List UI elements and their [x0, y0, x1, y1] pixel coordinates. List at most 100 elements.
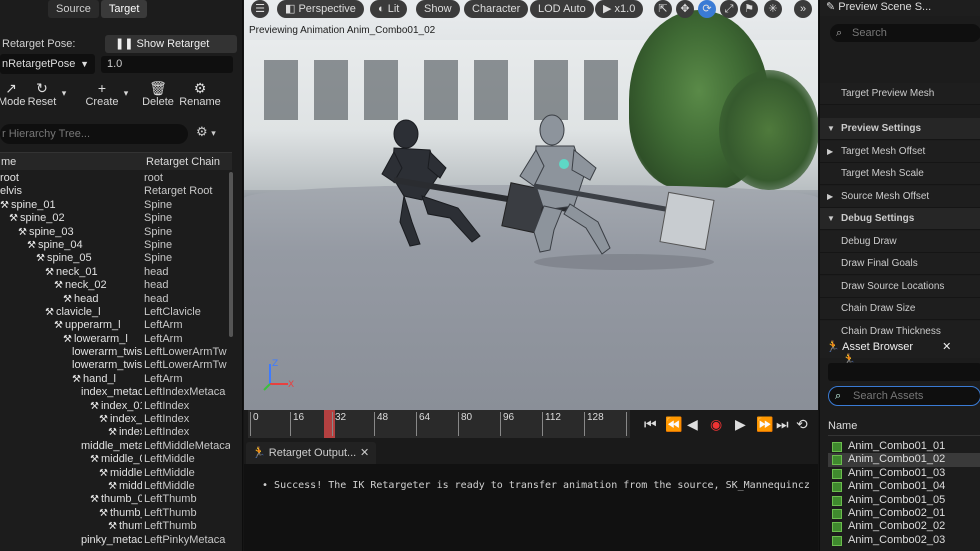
retarget-chain-cell[interactable]: head — [144, 279, 230, 292]
pose-blend-field[interactable]: 1.0 — [101, 56, 233, 73]
retarget-chain-cell[interactable]: LeftIndex — [144, 413, 230, 426]
tree-row[interactable]: ⚒ spine_03 Spine — [0, 226, 232, 239]
retarget-chain-cell[interactable]: LeftArm — [144, 319, 230, 332]
asset-row[interactable]: Anim_Combo02_01 — [828, 507, 980, 520]
retarget-chain-cell[interactable]: LeftPinkyMetaca — [144, 534, 230, 547]
rename-button[interactable]: ⚙ Rename — [178, 80, 222, 108]
tree-row[interactable]: ⚒ clavicle_l LeftClavicle — [0, 306, 232, 319]
lit-button[interactable]: ◐ Lit — [370, 0, 408, 18]
chevron-down-icon[interactable]: ▼ — [827, 208, 835, 230]
tree-row[interactable]: ⚒index_01_lLeftIndex — [0, 400, 232, 413]
tree-row[interactable]: lowerarm_twist_01_lLeftLowerArmTw — [0, 359, 232, 372]
translate-icon[interactable]: ✥ — [676, 0, 694, 18]
asset-row[interactable]: Anim_Combo01_02 — [828, 453, 980, 467]
tree-row[interactable]: middle_metacarpal_lLeftMiddleMetaca — [0, 440, 232, 453]
select-icon[interactable]: ⇱ — [654, 0, 672, 18]
tree-row[interactable]: ⚒middle_03_lLeftMiddle — [0, 480, 232, 493]
create-dropdown-icon[interactable]: ▾ — [120, 88, 132, 99]
preview-viewport[interactable]: ☰ ◧ Perspective ◐ Lit Show Character LOD… — [244, 0, 818, 410]
asset-row[interactable]: Anim_Combo01_03 — [828, 467, 980, 480]
tree-row[interactable]: index_metacarpal_lLeftIndexMetaca — [0, 386, 232, 399]
chevron-down-icon[interactable]: ▼ — [827, 118, 835, 140]
mode-button[interactable]: ↗ Mode — [0, 80, 26, 108]
timeline-track[interactable]: 0 16 32 48 64 80 96 112 128 — [248, 410, 630, 438]
tab-source[interactable]: Source — [48, 0, 99, 18]
retarget-chain-cell[interactable]: LeftArm — [144, 333, 230, 346]
play-reverse-icon[interactable]: ◀ — [687, 416, 698, 433]
tree-row[interactable]: elvis Retarget Root — [0, 185, 232, 198]
asset-row[interactable]: Anim_Combo01_04 — [828, 480, 980, 493]
retarget-chain-cell[interactable]: root — [144, 172, 230, 185]
reset-dropdown-icon[interactable]: ▾ — [58, 88, 70, 99]
scale-icon[interactable]: ⤢ — [720, 0, 738, 18]
tree-row[interactable]: ⚒ neck_01 head — [0, 266, 232, 279]
skip-to-end-icon[interactable]: ⏭ — [776, 416, 789, 433]
chevron-right-icon[interactable]: ▶ — [827, 186, 833, 208]
tab-preview-scene-settings[interactable]: ✎ Preview Scene S... — [826, 0, 931, 13]
details-property[interactable]: Draw Final Goals — [820, 253, 980, 275]
retarget-chain-cell[interactable]: LeftIndex — [144, 400, 230, 413]
close-icon[interactable]: ✕ — [360, 442, 369, 464]
asset-filter-bar[interactable] — [828, 363, 980, 381]
loop-icon[interactable]: ⟲ — [796, 416, 808, 433]
lod-button[interactable]: LOD Auto — [530, 0, 594, 18]
details-property[interactable]: Target Mesh Scale — [820, 163, 980, 185]
asset-column-name[interactable]: Name — [828, 420, 980, 436]
details-property[interactable]: Draw Source Locations — [820, 276, 980, 298]
record-icon[interactable]: ◉ — [710, 416, 722, 433]
retarget-chain-cell[interactable]: LeftLowerArmTw — [144, 359, 230, 372]
retarget-chain-cell[interactable]: LeftMiddleMetaca — [144, 440, 230, 453]
show-retarget-pose-button[interactable]: ❚❚ Show Retarget Pose — [105, 35, 237, 68]
retarget-chain-cell[interactable]: LeftClavicle — [144, 306, 230, 319]
retarget-chain-cell[interactable]: LeftMiddle — [144, 480, 230, 493]
tab-target[interactable]: Target — [100, 0, 148, 18]
retarget-chain-cell[interactable]: Retarget Root — [144, 185, 230, 198]
details-section-header[interactable]: ▼ Preview Settings — [820, 118, 980, 140]
retarget-chain-cell[interactable]: Spine — [144, 252, 230, 265]
play-speed-button[interactable]: ▶ x1.0 — [595, 0, 644, 18]
retarget-chain-cell[interactable]: LeftMiddle — [144, 453, 230, 466]
step-forward-icon[interactable]: ⏩ — [756, 416, 773, 433]
hierarchy-search-input[interactable]: r Hierarchy Tree... — [0, 124, 188, 144]
tree-row[interactable]: ⚒ neck_02 head — [0, 279, 232, 292]
tree-row[interactable]: lowerarm_twist_02_lLeftLowerArmTw — [0, 346, 232, 359]
retarget-chain-cell[interactable]: head — [144, 266, 230, 279]
tree-row[interactable]: ⚒thumb_01_lLeftThumb — [0, 493, 232, 506]
step-back-icon[interactable]: ⏪ — [665, 416, 682, 433]
details-property[interactable]: ▶ Source Mesh Offset — [820, 186, 980, 208]
retarget-chain-cell[interactable]: LeftLowerArmTw — [144, 346, 230, 359]
camera-speed-icon[interactable]: ✳ — [764, 0, 782, 18]
create-button[interactable]: + Create — [84, 80, 120, 108]
tab-retarget-output[interactable]: 🏃 Retarget Output... ✕ — [246, 442, 376, 464]
search-assets-input[interactable]: ⌕ Search Assets — [828, 386, 980, 406]
retarget-chain-cell[interactable]: LeftIndex — [144, 426, 230, 439]
tree-row[interactable]: ⚒ spine_01 Spine — [0, 199, 232, 212]
close-icon[interactable]: ✕ — [942, 341, 951, 353]
tree-row[interactable]: ⚒index_03_lLeftIndex — [0, 426, 232, 439]
asset-row[interactable]: Anim_Combo01_05 — [828, 494, 980, 507]
retarget-chain-cell[interactable]: Spine — [144, 199, 230, 212]
retarget-chain-cell[interactable]: Spine — [144, 212, 230, 225]
asset-row[interactable]: Anim_Combo02_02 — [828, 520, 980, 533]
chevron-right-icon[interactable]: ▶ — [827, 141, 833, 163]
asset-row[interactable]: Anim_Combo01_01 — [828, 440, 980, 453]
hamburger-menu-icon[interactable]: ☰ — [251, 0, 269, 18]
column-name[interactable]: me — [1, 156, 16, 168]
tree-row[interactable]: ⚒thumb_02_lLeftThumb — [0, 507, 232, 520]
play-forward-icon[interactable]: ▶ — [735, 416, 746, 433]
details-property[interactable]: ▶ Target Mesh Offset — [820, 141, 980, 163]
tree-row[interactable]: ⚒ spine_05 Spine — [0, 252, 232, 265]
settings-gear-icon[interactable]: ⚙ ▾ — [196, 124, 216, 140]
tree-row[interactable]: ⚒middle_01_lLeftMiddle — [0, 453, 232, 466]
tree-row[interactable]: ⚒ upperarm_l LeftArm — [0, 319, 232, 332]
tree-row[interactable]: ⚒middle_02_lLeftMiddle — [0, 467, 232, 480]
details-section-header[interactable]: ▼ Debug Settings — [820, 208, 980, 230]
column-retarget-chain[interactable]: Retarget Chain — [146, 156, 220, 168]
hierarchy-scrollbar[interactable] — [229, 172, 233, 337]
asset-row[interactable]: Anim_Combo02_03 — [828, 534, 980, 547]
character-button[interactable]: Character — [464, 0, 529, 18]
details-property[interactable]: Chain Draw Size — [820, 298, 980, 320]
perspective-button[interactable]: ◧ Perspective — [277, 0, 364, 18]
retarget-chain-cell[interactable]: LeftThumb — [144, 520, 230, 533]
retarget-chain-cell[interactable]: LeftIndexMetaca — [144, 386, 230, 399]
